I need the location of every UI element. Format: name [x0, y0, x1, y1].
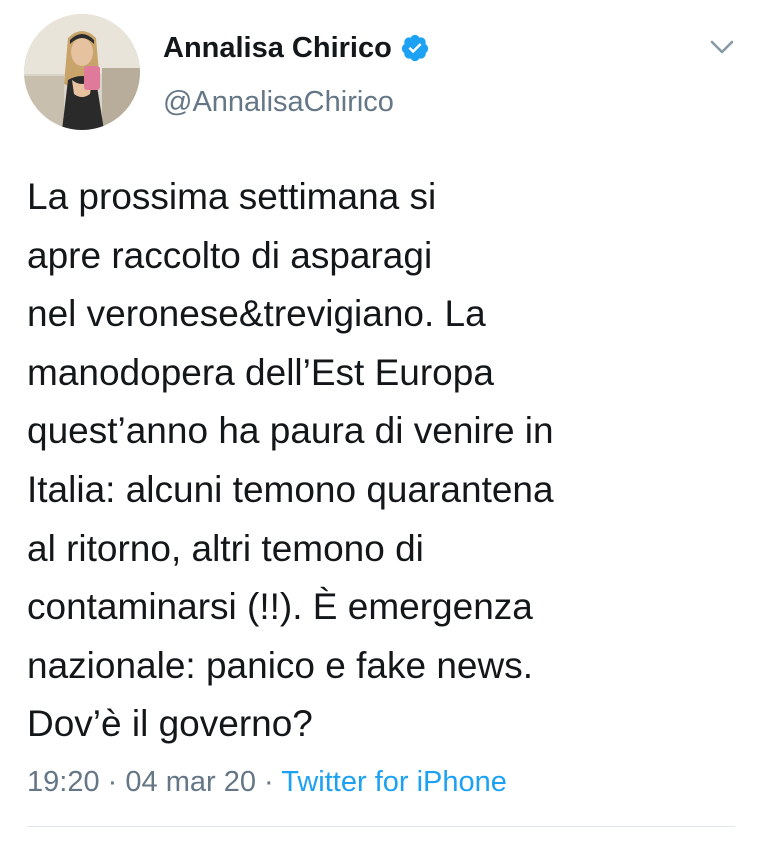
author-handle[interactable]: @AnnalisaChirico	[163, 84, 394, 120]
verified-badge-icon	[400, 33, 430, 72]
tweet-date: 04 mar 20	[125, 766, 256, 798]
meta-separator: ·	[107, 766, 118, 798]
tweet-card: Annalisa Chirico @AnnalisaChirico La pro…	[0, 0, 760, 856]
meta-separator: ·	[264, 766, 274, 798]
divider	[27, 826, 735, 827]
chevron-down-icon[interactable]	[704, 32, 740, 62]
tweet-source-link[interactable]: Twitter for iPhone	[281, 766, 507, 798]
avatar-image	[24, 14, 140, 130]
tweet-text: La prossima settimana si apre raccolto d…	[27, 176, 554, 745]
tweet-meta: 19:20 · 04 mar 20 · Twitter for iPhone	[27, 764, 507, 800]
author-name-text: Annalisa Chirico	[163, 32, 392, 64]
tweet-time: 19:20	[27, 766, 100, 798]
avatar[interactable]	[24, 14, 140, 130]
author-name[interactable]: Annalisa Chirico	[163, 30, 430, 72]
